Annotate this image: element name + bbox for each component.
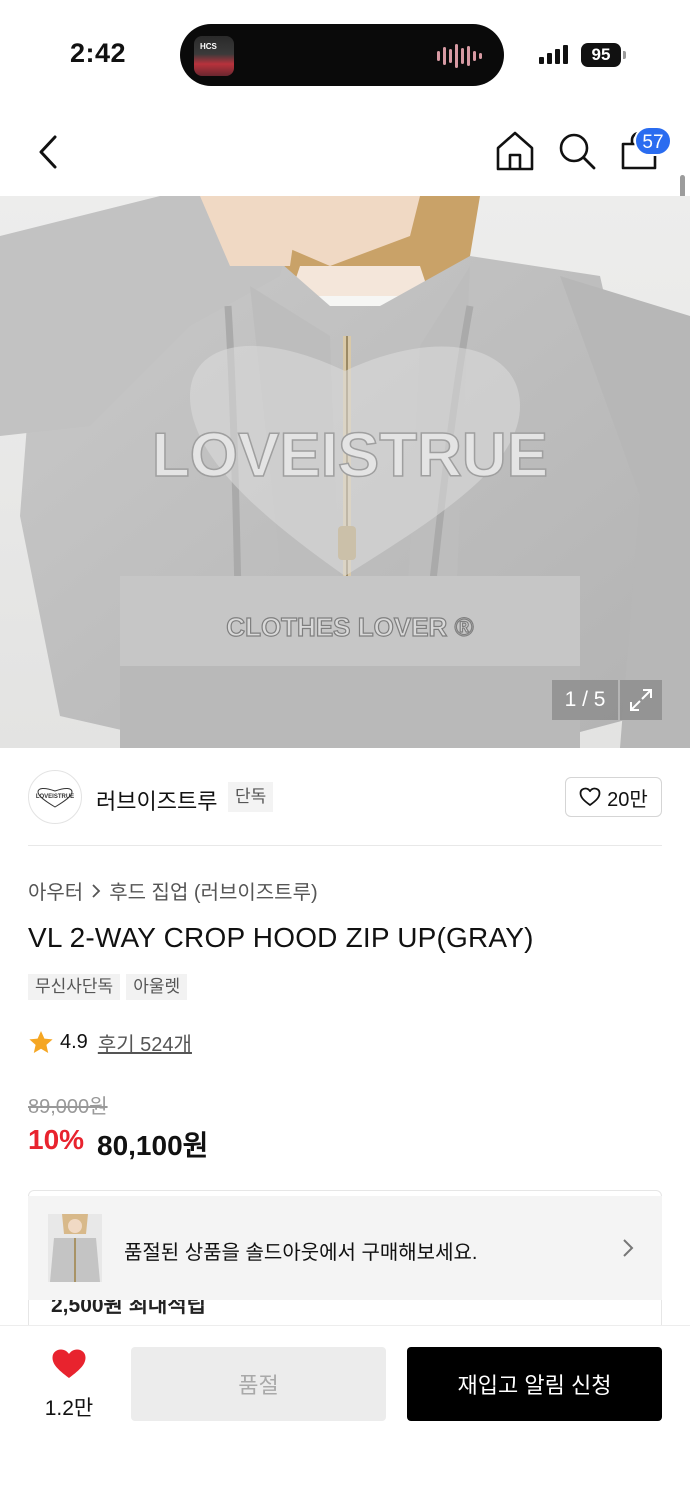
image-counter: 1 / 5: [552, 680, 618, 720]
heart-filled-icon: [52, 1349, 86, 1378]
breadcrumb-subcategory[interactable]: 후드 집업 (러브이즈트루): [109, 876, 317, 905]
review-link[interactable]: 후기 524개: [98, 1028, 192, 1057]
original-price: 89,000원: [28, 1096, 108, 1118]
chevron-right-icon: [92, 883, 101, 898]
dynamic-island[interactable]: HCS: [180, 24, 504, 86]
product-tags: 무신사단독 아울렛: [28, 974, 188, 1000]
tag-musinsa-exclusive: 무신사단독: [28, 974, 121, 1000]
brand-name[interactable]: 러브이즈트루: [96, 784, 217, 816]
breadcrumb: 아우터 후드 집업 (러브이즈트루): [28, 876, 318, 905]
top-nav: [0, 110, 690, 196]
soldout-button: 품절: [131, 1347, 386, 1421]
wishlist-count: 1.2만: [44, 1397, 94, 1420]
bottom-action-bar: 1.2만 품절 재입고 알림 신청: [0, 1325, 690, 1500]
cellular-signal-icon: [539, 44, 568, 64]
rating-value: 4.9: [60, 1031, 88, 1053]
print-text-clothes: CLOTHES LOVER ®: [226, 612, 473, 642]
now-playing-thumbnail: HCS: [194, 36, 234, 76]
soldout-banner[interactable]: 품절된 상품을 솔드아웃에서 구매해보세요.: [28, 1196, 662, 1300]
print-text-love: LOVEISTRUE: [152, 421, 548, 490]
home-button[interactable]: [494, 130, 536, 172]
battery-icon: 95: [581, 43, 621, 67]
chevron-right-icon: [623, 1239, 634, 1257]
star-icon: [29, 1031, 53, 1053]
divider: [28, 845, 662, 846]
home-icon: [496, 131, 534, 171]
battery-cap: [623, 51, 626, 59]
banner-thumbnail: [48, 1214, 102, 1282]
brand-row: LOVEISTRUE 러브이즈트루 단독 20만: [0, 762, 690, 832]
product-photo: LOVEISTRUE CLOTHES LOVER ®: [0, 196, 690, 748]
tag-outlet: 아울렛: [126, 974, 188, 1000]
product-image-carousel[interactable]: LOVEISTRUE CLOTHES LOVER ®: [0, 196, 690, 748]
back-chevron-icon: [39, 135, 57, 169]
status-time: 2:42: [70, 38, 127, 68]
exclusive-tag: 단독: [228, 782, 274, 812]
search-button[interactable]: [556, 130, 598, 172]
sale-price: 80,100원: [97, 1130, 209, 1161]
rating-row: 4.9 후기 524개: [28, 1028, 192, 1057]
wishlist-button[interactable]: 1.2만: [40, 1348, 98, 1420]
audio-waveform-icon: [437, 44, 482, 68]
breadcrumb-category[interactable]: 아우터: [28, 876, 83, 905]
back-button[interactable]: [28, 130, 68, 174]
brand-logo[interactable]: LOVEISTRUE: [28, 770, 82, 824]
soldout-banner-text: 품절된 상품을 솔드아웃에서 구매해보세요.: [124, 1242, 478, 1264]
cart-count-badge: 57: [634, 126, 672, 156]
product-title: VL 2-WAY CROP HOOD ZIP UP(GRAY): [28, 922, 534, 953]
search-icon: [559, 133, 596, 170]
brand-like-button[interactable]: 20만: [565, 777, 662, 817]
island-thumb-label: HCS: [200, 42, 217, 51]
heart-outline-icon: [579, 787, 601, 806]
discount-rate: 10%: [28, 1124, 85, 1155]
expand-icon: [630, 689, 652, 711]
restock-alert-button[interactable]: 재입고 알림 신청: [407, 1347, 662, 1421]
brand-like-count: 20만: [607, 788, 648, 811]
status-bar: 2:42 HCS 95: [0, 0, 690, 110]
expand-image-button[interactable]: [620, 680, 662, 720]
brand-logo-text: LOVEISTRUE: [36, 794, 74, 800]
